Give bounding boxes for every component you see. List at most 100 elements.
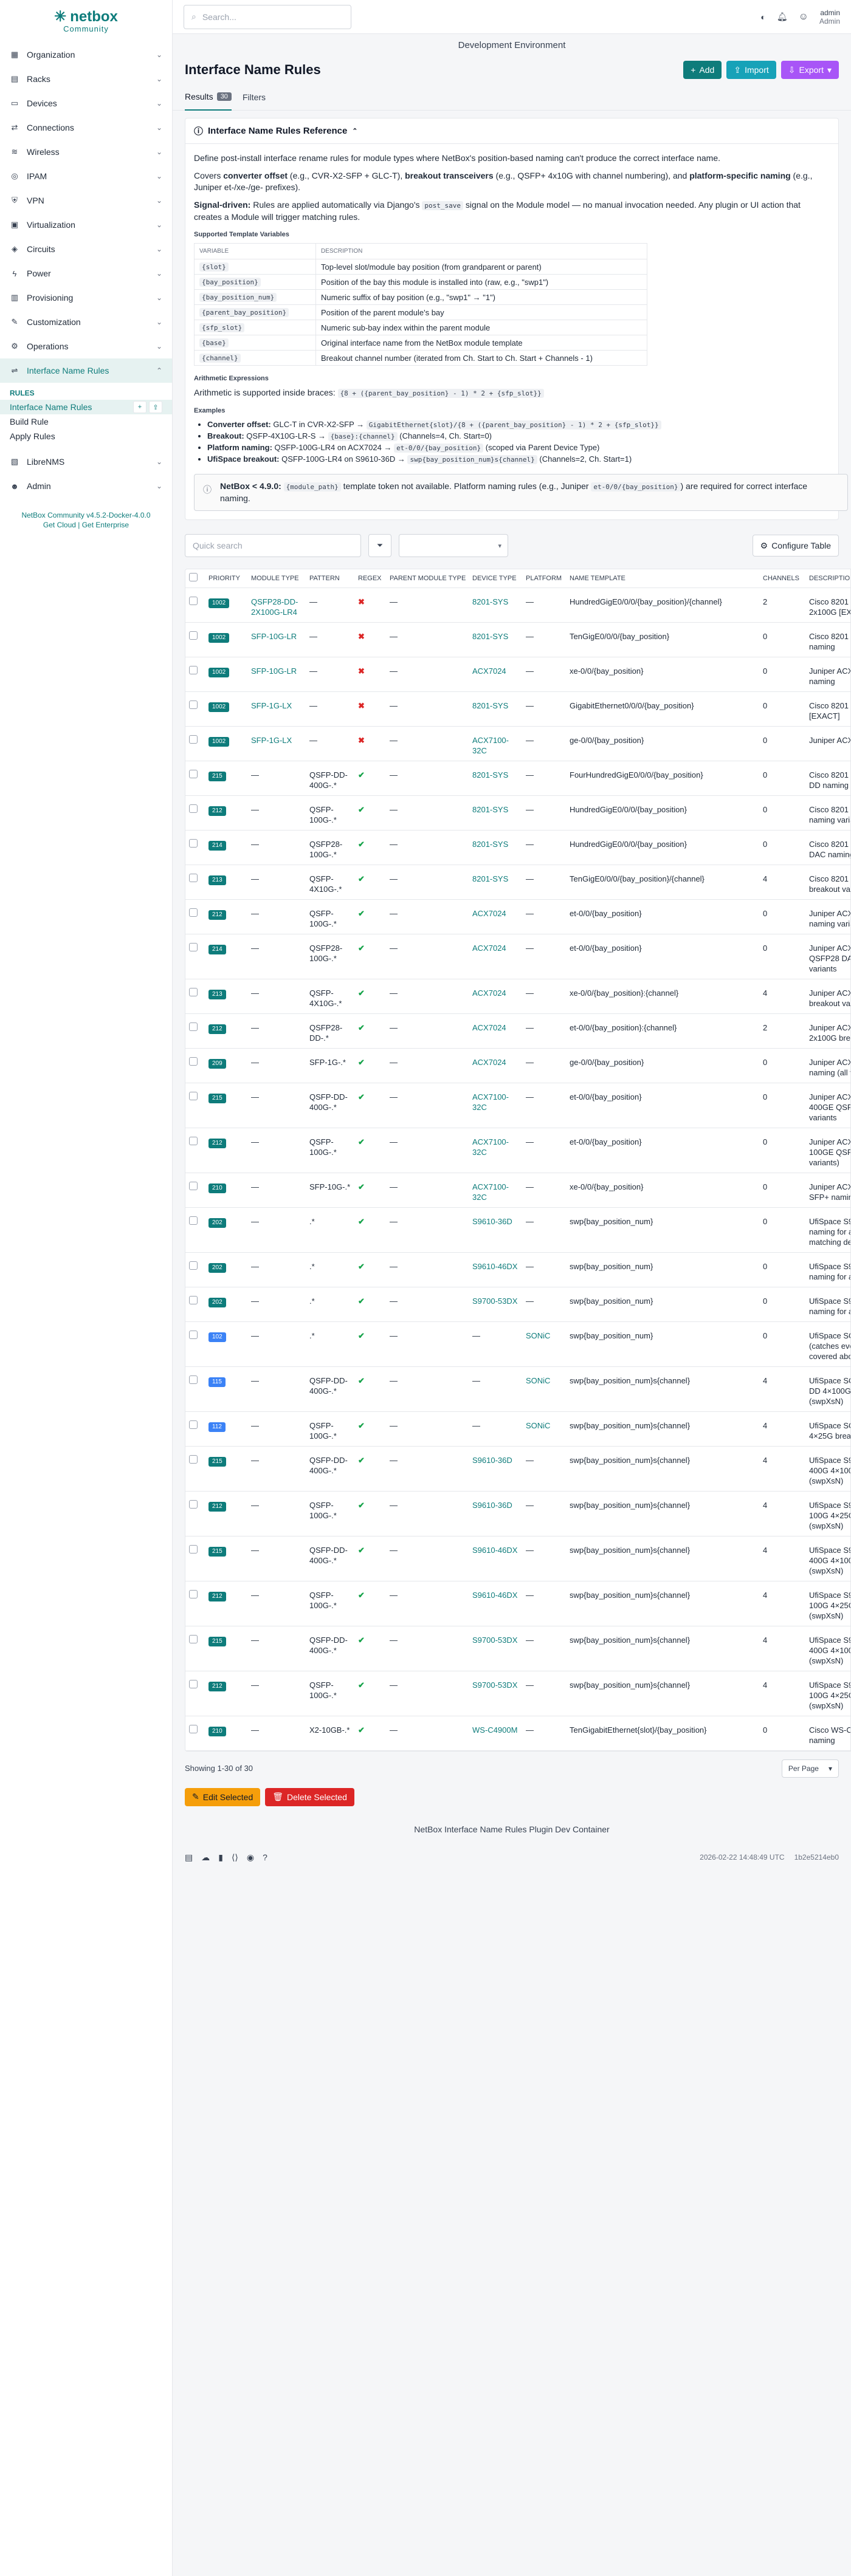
row-checkbox[interactable] <box>189 804 198 813</box>
row-checkbox[interactable] <box>189 1589 198 1598</box>
row-select[interactable] <box>185 1173 205 1208</box>
row-checkbox[interactable] <box>189 1454 198 1464</box>
add-button[interactable]: + Add <box>683 61 722 79</box>
row-select[interactable] <box>185 865 205 900</box>
row-select[interactable] <box>185 726 205 761</box>
nav-item-ipam[interactable]: ◎ IPAM ⌄ <box>0 164 172 188</box>
column-header[interactable]: PATTERN <box>306 569 354 588</box>
nav-item-wireless[interactable]: ≋ Wireless ⌄ <box>0 140 172 164</box>
row-select[interactable] <box>185 979 205 1014</box>
row-select[interactable] <box>185 622 205 657</box>
github-icon[interactable]: ◉ <box>247 1852 254 1863</box>
device-type-cell[interactable]: ACX7024 <box>469 934 522 979</box>
row-checkbox[interactable] <box>189 1136 198 1145</box>
column-header[interactable]: NAME TEMPLATE <box>566 569 759 588</box>
row-select[interactable] <box>185 1366 205 1412</box>
device-type-cell[interactable]: 8201-SYS <box>469 795 522 831</box>
row-select[interactable] <box>185 1491 205 1536</box>
nav-item-librenms[interactable]: ▧ LibreNMS ⌄ <box>0 450 172 474</box>
column-header[interactable]: DEVICE TYPE <box>469 569 522 588</box>
device-type-cell[interactable]: S9700-53DX <box>469 1671 522 1716</box>
device-type-cell[interactable]: 8201-SYS <box>469 587 522 623</box>
column-header[interactable]: PRIORITY <box>205 569 247 588</box>
row-select[interactable] <box>185 1128 205 1173</box>
sub-item-build-rule[interactable]: Build Rule <box>0 414 172 429</box>
nav-item-interface-name-rules[interactable]: ⇌ Interface Name Rules ⌃ <box>0 358 172 383</box>
row-checkbox[interactable] <box>189 1420 198 1429</box>
sub-item-interface-name-rules[interactable]: Interface Name Rules + ⇪ <box>0 400 172 414</box>
quick-search-input[interactable]: Quick search <box>185 534 361 557</box>
row-checkbox[interactable] <box>189 1181 198 1190</box>
row-checkbox[interactable] <box>189 908 198 917</box>
device-type-cell[interactable]: ACX7100-32C <box>469 1173 522 1208</box>
tab-results[interactable]: Results 30 <box>185 84 232 111</box>
row-select[interactable] <box>185 691 205 727</box>
device-type-cell[interactable]: ACX7024 <box>469 979 522 1014</box>
row-select[interactable] <box>185 1252 205 1287</box>
add-icon[interactable]: + <box>133 401 146 413</box>
row-checkbox[interactable] <box>189 1216 198 1225</box>
select-all-checkbox[interactable] <box>189 573 198 582</box>
tab-filters[interactable]: Filters <box>243 84 266 111</box>
row-select[interactable] <box>185 1013 205 1049</box>
nav-item-vpn[interactable]: ⛨ VPN ⌄ <box>0 188 172 213</box>
row-checkbox[interactable] <box>189 1375 198 1384</box>
user-icon[interactable]: ☺ <box>799 12 808 22</box>
row-checkbox[interactable] <box>189 1724 198 1733</box>
device-type-cell[interactable]: S9610-46DX <box>469 1252 522 1287</box>
row-checkbox[interactable] <box>189 838 198 848</box>
api-icon[interactable]: ☁ <box>201 1852 210 1863</box>
theme-icon[interactable]: ◐ <box>760 12 765 22</box>
row-select[interactable] <box>185 1446 205 1492</box>
device-type-cell[interactable]: 8201-SYS <box>469 865 522 900</box>
device-type-cell[interactable]: ACX7100-32C <box>469 1128 522 1173</box>
platform-cell[interactable]: SONiC <box>522 1366 566 1412</box>
platform-cell[interactable]: SONiC <box>522 1411 566 1447</box>
row-checkbox[interactable] <box>189 1679 198 1688</box>
row-select[interactable] <box>185 1536 205 1581</box>
row-checkbox[interactable] <box>189 769 198 778</box>
column-header[interactable]: CHANNELS <box>759 569 805 588</box>
module-type-cell[interactable]: SFP-10G-LR <box>247 657 306 692</box>
row-checkbox[interactable] <box>189 873 198 882</box>
device-type-cell[interactable]: S9610-36D <box>469 1491 522 1536</box>
row-checkbox[interactable] <box>189 987 198 996</box>
device-type-cell[interactable]: WS-C4900M <box>469 1716 522 1751</box>
row-select[interactable] <box>185 795 205 831</box>
row-checkbox[interactable] <box>189 1544 198 1553</box>
nav-item-circuits[interactable]: ◈ Circuits ⌄ <box>0 237 172 261</box>
module-type-cell[interactable]: QSFP28-DD-2X100G-LR4 <box>247 587 306 623</box>
column-header[interactable]: REGEX <box>354 569 386 588</box>
row-checkbox[interactable] <box>189 700 198 709</box>
filter-icon[interactable]: ⏷ <box>368 534 391 557</box>
row-checkbox[interactable] <box>189 1499 198 1509</box>
row-checkbox[interactable] <box>189 665 198 674</box>
nav-item-power[interactable]: ϟ Power ⌄ <box>0 261 172 286</box>
rules-table-wrap[interactable]: PRIORITY MODULE TYPE PATTERN REGEX PARENT MO… <box>185 569 851 1752</box>
row-select[interactable] <box>185 1083 205 1128</box>
nav-item-devices[interactable]: ▭ Devices ⌄ <box>0 91 172 115</box>
nav-item-operations[interactable]: ⚙ Operations ⌄ <box>0 334 172 358</box>
row-select[interactable] <box>185 1716 205 1751</box>
device-type-cell[interactable]: ACX7100-32C <box>469 726 522 761</box>
module-type-cell[interactable]: SFP-1G-LX <box>247 726 306 761</box>
device-type-cell[interactable]: S9610-36D <box>469 1207 522 1253</box>
row-select[interactable] <box>185 1207 205 1253</box>
docs-icon[interactable]: ▤ <box>185 1852 193 1863</box>
row-checkbox[interactable] <box>189 631 198 640</box>
row-select[interactable] <box>185 1581 205 1626</box>
module-type-cell[interactable]: SFP-10G-LR <box>247 622 306 657</box>
device-type-cell[interactable]: ACX7024 <box>469 1048 522 1083</box>
row-select[interactable] <box>185 1048 205 1083</box>
nav-item-admin[interactable]: ☻ Admin ⌄ <box>0 474 172 498</box>
global-search[interactable]: ⌕ Search... <box>184 4 351 29</box>
device-type-cell[interactable]: ACX7024 <box>469 657 522 692</box>
row-checkbox[interactable] <box>189 1330 198 1339</box>
user-menu[interactable]: admin Admin <box>819 9 840 26</box>
row-select[interactable] <box>185 899 205 934</box>
row-checkbox[interactable] <box>189 1022 198 1031</box>
column-header[interactable]: PLATFORM <box>522 569 566 588</box>
import-button[interactable]: ⇪ Import <box>726 61 776 79</box>
row-checkbox[interactable] <box>189 1634 198 1643</box>
device-type-cell[interactable]: S9610-36D <box>469 1446 522 1492</box>
